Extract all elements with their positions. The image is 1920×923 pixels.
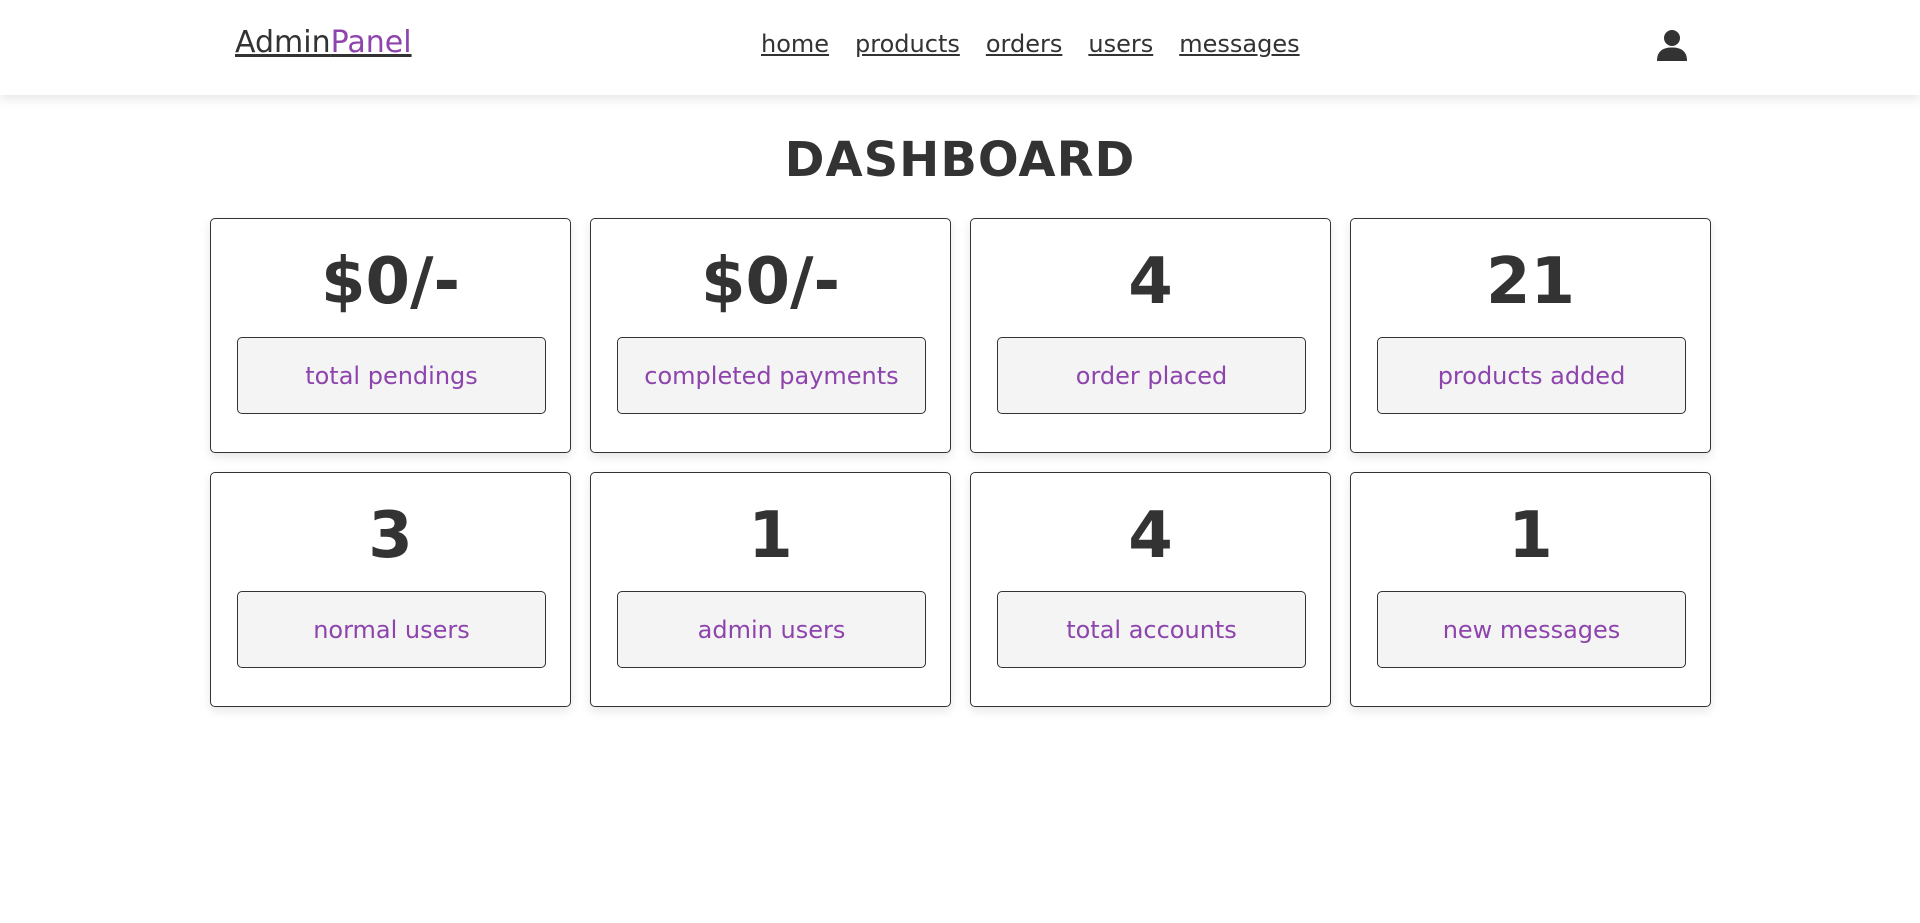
main-nav: home products orders users messages: [761, 30, 1300, 58]
card-value: $0/-: [321, 245, 460, 319]
card-order-placed: 4 order placed: [970, 218, 1331, 453]
logo-link[interactable]: AdminPanel: [235, 25, 412, 60]
card-admin-users: 1 admin users: [590, 472, 951, 707]
card-new-messages: 1 new messages: [1350, 472, 1711, 707]
logo-text-admin: Admin: [235, 25, 331, 60]
products-added-button[interactable]: products added: [1377, 337, 1686, 414]
completed-payments-button[interactable]: completed payments: [617, 337, 926, 414]
normal-users-button[interactable]: normal users: [237, 591, 546, 668]
card-normal-users: 3 normal users: [210, 472, 571, 707]
total-pendings-button[interactable]: total pendings: [237, 337, 546, 414]
page-title: DASHBOARD: [784, 132, 1136, 188]
card-value: 1: [1508, 499, 1553, 573]
card-products-added: 21 products added: [1350, 218, 1711, 453]
nav-messages-link[interactable]: messages: [1179, 30, 1299, 58]
nav-users-link[interactable]: users: [1088, 30, 1153, 58]
card-total-accounts: 4 total accounts: [970, 472, 1331, 707]
card-value: 1: [748, 499, 793, 573]
card-value: $0/-: [701, 245, 840, 319]
nav-home-link[interactable]: home: [761, 30, 829, 58]
card-value: 3: [368, 499, 413, 573]
card-value: 21: [1485, 245, 1576, 319]
header: AdminPanel home products orders users me…: [0, 0, 1920, 95]
order-placed-button[interactable]: order placed: [997, 337, 1306, 414]
logo-text-panel: Panel: [330, 25, 412, 60]
card-value: 4: [1128, 245, 1173, 319]
new-messages-button[interactable]: new messages: [1377, 591, 1686, 668]
nav-orders-link[interactable]: orders: [986, 30, 1063, 58]
admin-users-button[interactable]: admin users: [617, 591, 926, 668]
card-value: 4: [1128, 499, 1173, 573]
total-accounts-button[interactable]: total accounts: [997, 591, 1306, 668]
card-completed-payments: $0/- completed payments: [590, 218, 951, 453]
user-icon[interactable]: [1656, 29, 1688, 61]
card-total-pendings: $0/- total pendings: [210, 218, 571, 453]
dashboard-grid: $0/- total pendings $0/- completed payme…: [210, 218, 1711, 707]
nav-products-link[interactable]: products: [855, 30, 960, 58]
